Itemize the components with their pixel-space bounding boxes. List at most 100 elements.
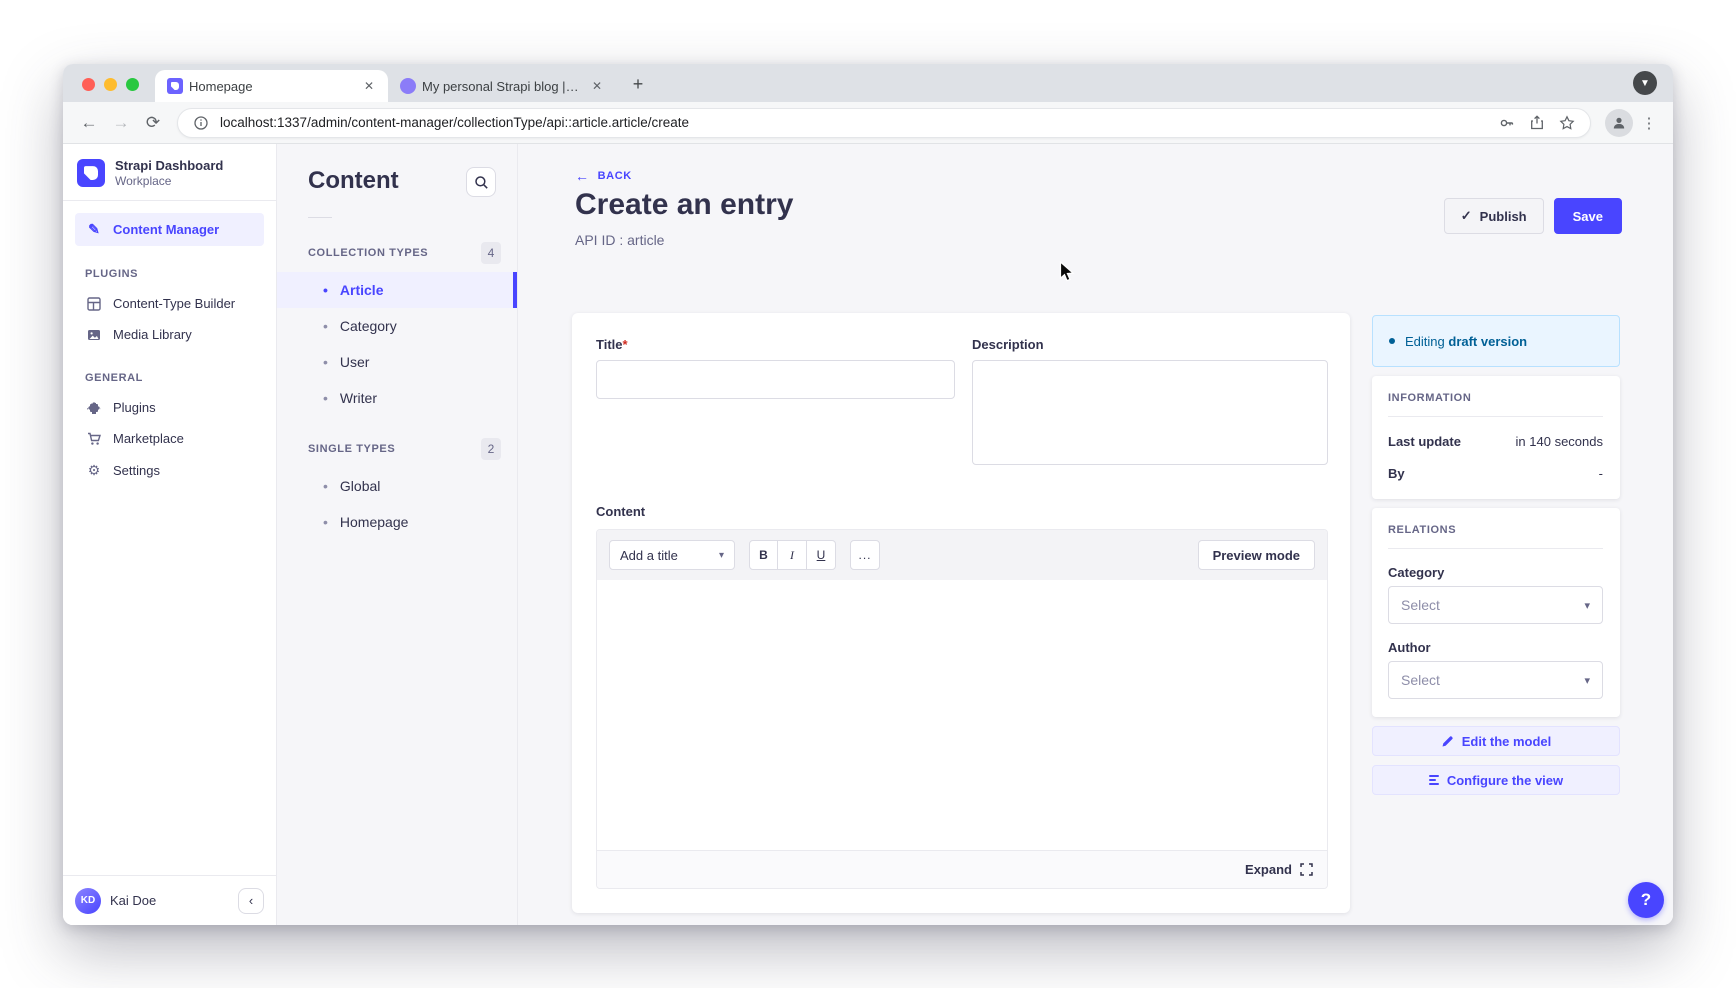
user-row: KD Kai Doe ‹ (63, 875, 276, 925)
bold-button[interactable]: B (749, 540, 778, 570)
layout-icon (85, 297, 103, 311)
password-key-icon[interactable] (1496, 112, 1518, 134)
editor-toolbar: Add a title ▾ B I U ... Preview mode (597, 530, 1327, 580)
sidebar-section-general: GENERAL (63, 350, 276, 392)
relations-heading: RELATIONS (1388, 524, 1603, 549)
share-icon[interactable] (1526, 112, 1548, 134)
page-title: Create an entry (575, 188, 793, 222)
puzzle-icon (85, 401, 103, 415)
category-select-placeholder: Select (1401, 597, 1440, 613)
publish-label: Publish (1480, 209, 1527, 224)
heading-select[interactable]: Add a title ▾ (609, 540, 735, 570)
draft-dot-icon (1389, 338, 1395, 344)
expand-icon[interactable] (1300, 863, 1313, 876)
reload-icon[interactable]: ⟳ (139, 109, 167, 137)
back-link[interactable]: ← BACK (575, 168, 632, 184)
editor-content-area[interactable] (597, 580, 1327, 850)
blog-favicon (400, 78, 416, 94)
content-field-label: Content (596, 504, 1328, 519)
subnav-item-label: User (340, 354, 370, 370)
author-select[interactable]: Select ▾ (1388, 661, 1603, 699)
new-tab-button[interactable]: + (624, 70, 652, 98)
address-bar[interactable]: localhost:1337/admin/content-manager/col… (177, 108, 1591, 138)
divider (63, 200, 276, 201)
subnav-item-homepage[interactable]: Homepage (277, 504, 517, 540)
collapse-sidebar-button[interactable]: ‹ (238, 888, 264, 914)
browser-tab-blog[interactable]: My personal Strapi blog | Strap ✕ (388, 70, 616, 102)
preview-mode-button[interactable]: Preview mode (1198, 540, 1315, 570)
browser-menu-icon[interactable]: ⋮ (1637, 114, 1661, 132)
italic-button[interactable]: I (778, 540, 807, 570)
close-tab-icon[interactable]: ✕ (360, 77, 378, 95)
publish-button[interactable]: ✓ Publish (1444, 198, 1544, 234)
category-select[interactable]: Select ▾ (1388, 586, 1603, 624)
underline-button[interactable]: U (807, 540, 836, 570)
image-icon (85, 328, 103, 342)
tab-search-button[interactable]: ▼ (1633, 71, 1657, 95)
more-options-button[interactable]: ... (850, 540, 880, 570)
divider (308, 217, 332, 218)
strapi-admin: Strapi Dashboard Workplace ✎ Content Man… (63, 144, 1673, 925)
sidebar-item-label: Marketplace (113, 431, 184, 446)
sidebar-item-media-library[interactable]: Media Library (75, 319, 264, 350)
save-button[interactable]: Save (1554, 198, 1622, 234)
back-arrow-icon: ← (575, 168, 590, 184)
editor-footer: Expand (597, 850, 1327, 888)
group-label-collection-types: COLLECTION TYPES (308, 247, 428, 259)
required-asterisk: * (623, 337, 628, 352)
close-tab-icon[interactable]: ✕ (588, 77, 606, 95)
workspace-brand[interactable]: Strapi Dashboard Workplace (63, 144, 276, 200)
bookmark-star-icon[interactable] (1556, 112, 1578, 134)
user-name: Kai Doe (110, 893, 229, 908)
site-info-icon[interactable] (190, 112, 212, 134)
search-icon (474, 175, 489, 190)
collection-types-count-badge: 4 (481, 242, 501, 264)
information-card: INFORMATION Last update in 140 seconds B… (1372, 376, 1620, 499)
chevron-down-icon: ▾ (719, 550, 724, 561)
sidebar-section-plugins: PLUGINS (63, 246, 276, 288)
help-button[interactable]: ? (1628, 882, 1664, 918)
action-label: Edit the model (1462, 734, 1552, 749)
back-navigation-icon[interactable]: ← (75, 109, 103, 137)
strapi-favicon (167, 78, 183, 94)
browser-profile-avatar[interactable] (1605, 109, 1633, 137)
maximize-window-button[interactable] (126, 78, 139, 91)
minimize-window-button[interactable] (104, 78, 117, 91)
content-subnav: Content COLLECTION TYPES 4 Article Categ… (277, 144, 518, 925)
close-window-button[interactable] (82, 78, 95, 91)
main-content: ← BACK Create an entry API ID : article … (518, 144, 1673, 925)
sidebar-item-content-manager[interactable]: ✎ Content Manager (75, 213, 264, 246)
sidebar-item-label: Content-Type Builder (113, 296, 235, 311)
browser-tab-homepage[interactable]: Homepage ✕ (155, 70, 388, 102)
subnav-item-label: Article (340, 282, 384, 298)
expand-label[interactable]: Expand (1245, 862, 1292, 877)
browser-toolbar: ← → ⟳ localhost:1337/admin/content-manag… (63, 102, 1673, 144)
search-button[interactable] (466, 167, 496, 197)
sidebar-item-marketplace[interactable]: Marketplace (75, 423, 264, 454)
editing-draft-banner: Editing draft version (1372, 315, 1620, 367)
sidebar-item-label: Media Library (113, 327, 192, 342)
title-input[interactable] (596, 360, 955, 399)
rich-text-editor: Add a title ▾ B I U ... Preview mode (596, 529, 1328, 889)
subnav-item-category[interactable]: Category (277, 308, 517, 344)
subnav-item-label: Writer (340, 390, 377, 406)
sidebar-item-plugins[interactable]: Plugins (75, 392, 264, 423)
subnav-item-writer[interactable]: Writer (277, 380, 517, 416)
description-textarea[interactable] (972, 360, 1328, 465)
sidebar-item-settings[interactable]: ⚙ Settings (75, 454, 264, 487)
configure-the-view-button[interactable]: Configure the view (1372, 765, 1620, 795)
group-label-single-types: SINGLE TYPES (308, 443, 395, 455)
subnav-item-article[interactable]: Article (277, 272, 517, 308)
subnav-item-user[interactable]: User (277, 344, 517, 380)
edit-the-model-button[interactable]: Edit the model (1372, 726, 1620, 756)
chevron-down-icon: ▾ (1584, 599, 1590, 612)
subnav-item-global[interactable]: Global (277, 468, 517, 504)
forward-navigation-icon[interactable]: → (107, 109, 135, 137)
subnav-item-label: Homepage (340, 514, 409, 530)
title-field-label: Title* (596, 337, 955, 352)
subnav-title: Content (308, 167, 399, 195)
tab-title: Homepage (189, 79, 354, 94)
main-sidebar: Strapi Dashboard Workplace ✎ Content Man… (63, 144, 277, 925)
avatar[interactable]: KD (75, 888, 101, 914)
sidebar-item-content-type-builder[interactable]: Content-Type Builder (75, 288, 264, 319)
